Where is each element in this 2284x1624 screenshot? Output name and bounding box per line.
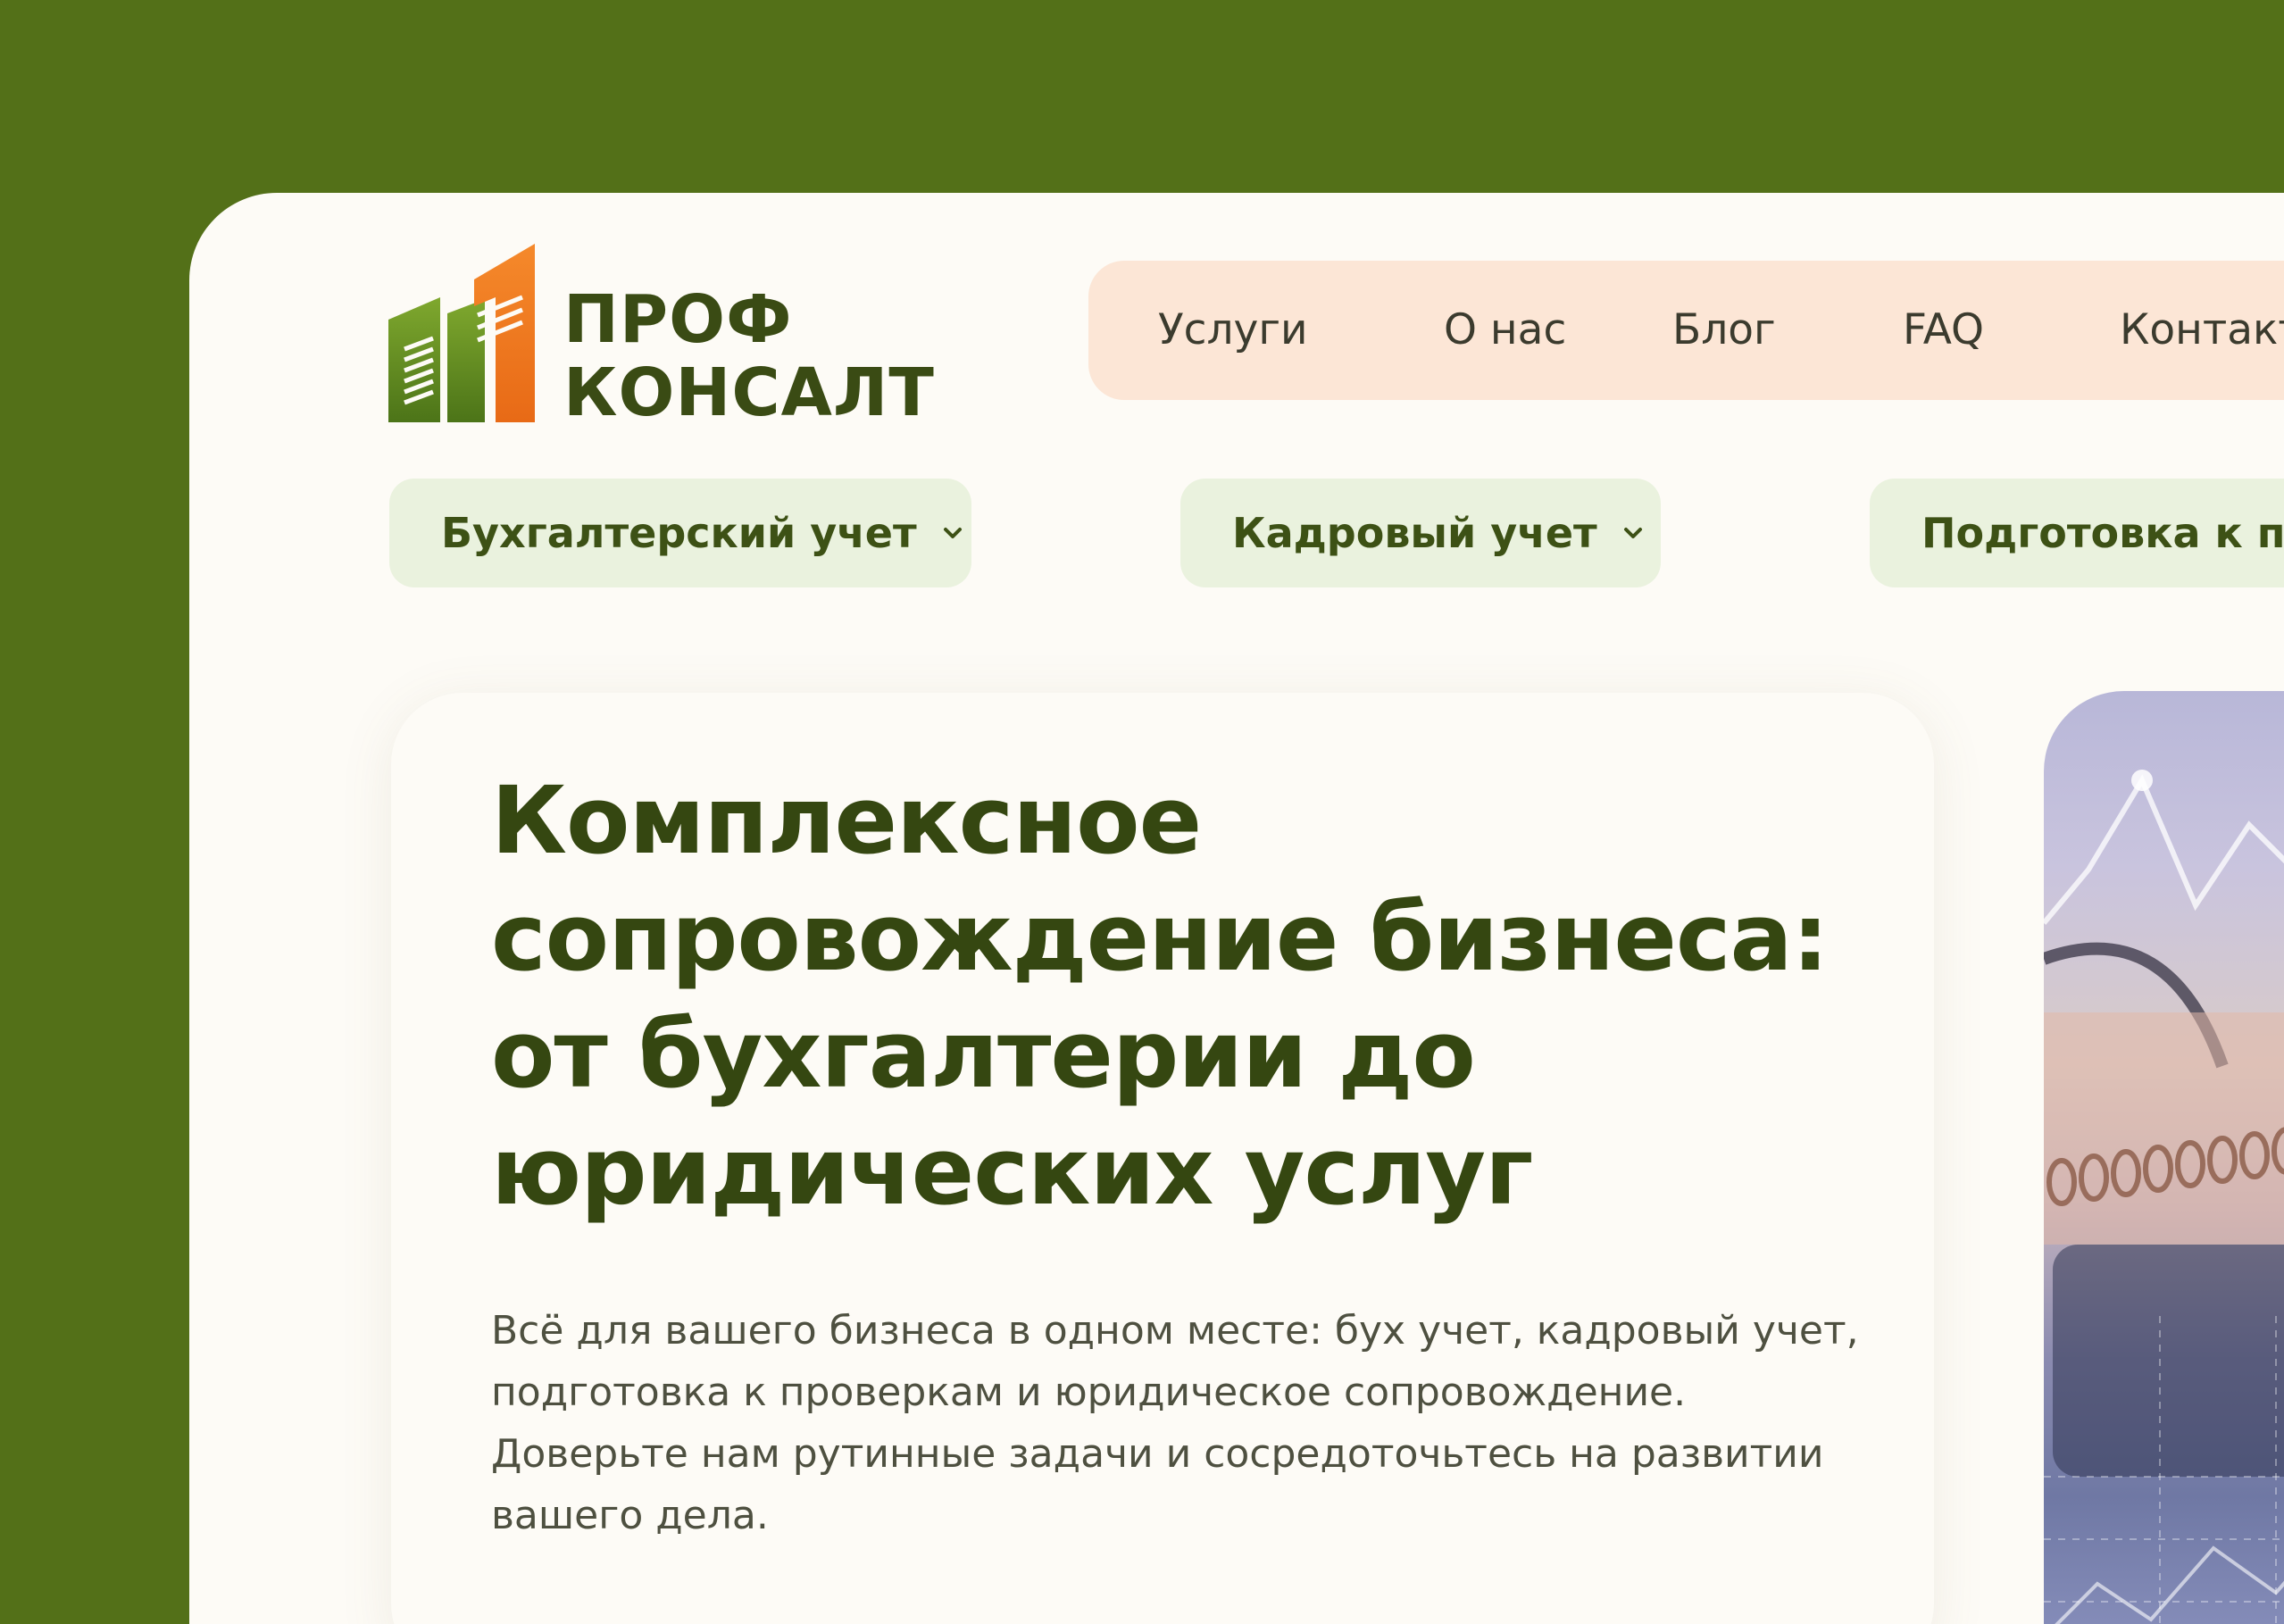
business-analytics-photo [2044,691,2284,1624]
category-accounting-label: Бухгалтерский учет [441,509,917,557]
chevron-down-icon [943,528,962,538]
nav-link-services[interactable]: Услуги [1158,261,1308,400]
logo[interactable]: ПРОФ КОНСАЛТ [388,244,942,429]
category-hr-label: Кадровый учет [1232,509,1597,557]
logo-line-1: ПРОФ [563,281,793,358]
hero-title: Комплексное сопровождение бизнеса: от бу… [491,766,1829,1226]
nav-link-about[interactable]: О нас [1444,261,1566,400]
nav-link-faq[interactable]: FAQ [1903,261,1984,400]
chart-overlay-graphic [2044,770,2284,1624]
nav-link-contacts[interactable]: Контакты [2120,261,2284,400]
hero-card: Комплексное сопровождение бизнеса: от бу… [391,693,1934,1624]
category-audit-prep-label: Подготовка к проверкам [1921,509,2284,557]
category-audit-prep[interactable]: Подготовка к проверкам [1870,479,2284,587]
category-hr[interactable]: Кадровый учет [1180,479,1661,587]
buildings-logo-icon [388,244,535,422]
category-accounting[interactable]: Бухгалтерский учет [389,479,971,587]
chevron-down-icon [1623,528,1642,538]
logo-text: ПРОФ КОНСАЛТ [563,283,935,429]
nav-link-blog[interactable]: Блог [1672,261,1776,400]
logo-line-2: КОНСАЛТ [563,354,935,431]
hero-description: Всё для вашего бизнеса в одном месте: бу… [491,1308,1859,1538]
page-window: ПРОФ КОНСАЛТ Услуги О нас Блог FAQ Конта… [189,193,2284,1624]
top-navigation: Услуги О нас Блог FAQ Контакты [1088,261,2284,400]
